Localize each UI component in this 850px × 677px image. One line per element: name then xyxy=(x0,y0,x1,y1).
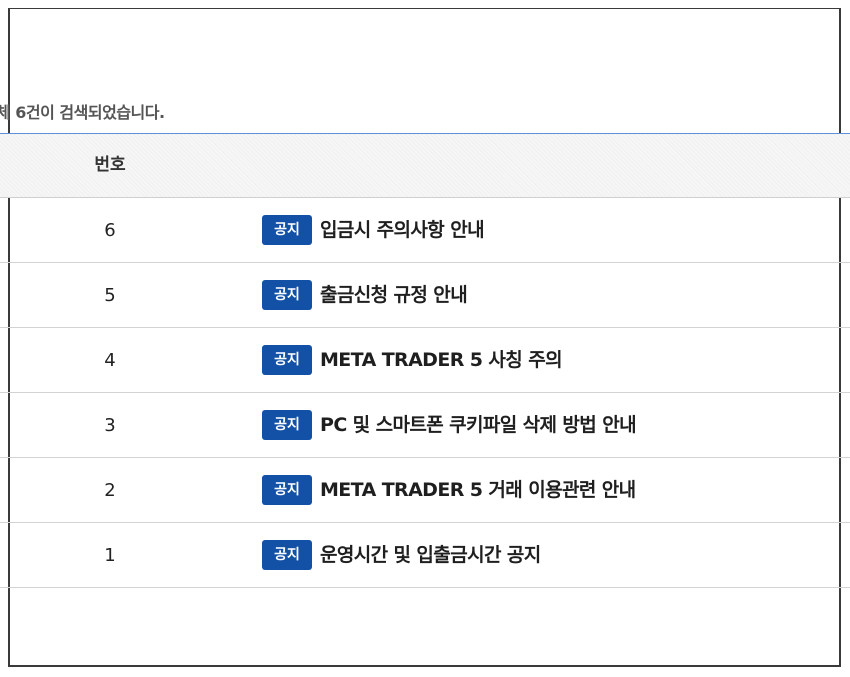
column-header-number: 번호 xyxy=(94,155,126,175)
notice-list: 6 공지 입금시 주의사항 안내 5 공지 출금신청 규정 안내 4 공지 ME… xyxy=(0,198,850,588)
row-number: 4 xyxy=(104,350,116,371)
notice-badge: 공지 xyxy=(262,345,312,375)
search-result-count: 체 6건이 검색되었습니다. xyxy=(0,103,165,122)
notice-title-link[interactable]: META TRADER 5 거래 이용관련 안내 xyxy=(320,458,636,523)
notice-badge: 공지 xyxy=(262,475,312,505)
row-number: 6 xyxy=(104,220,116,241)
notice-badge: 공지 xyxy=(262,280,312,310)
row-number: 2 xyxy=(104,480,116,501)
notice-title-link[interactable]: META TRADER 5 사칭 주의 xyxy=(320,328,563,393)
notice-badge: 공지 xyxy=(262,410,312,440)
notice-title-link[interactable]: 운영시간 및 입출금시간 공지 xyxy=(320,523,541,588)
table-header: 번호 xyxy=(0,134,850,198)
notice-title-link[interactable]: 출금신청 규정 안내 xyxy=(320,263,468,328)
row-number: 1 xyxy=(104,545,116,566)
row-number: 5 xyxy=(104,285,116,306)
row-number: 3 xyxy=(104,415,116,436)
notice-badge: 공지 xyxy=(262,540,312,570)
notice-title-link[interactable]: 입금시 주의사항 안내 xyxy=(320,198,485,263)
notice-badge: 공지 xyxy=(262,215,312,245)
table-row[interactable]: 4 공지 META TRADER 5 사칭 주의 xyxy=(0,328,850,393)
notice-title-link[interactable]: PC 및 스마트폰 쿠키파일 삭제 방법 안내 xyxy=(320,393,637,458)
table-row[interactable]: 6 공지 입금시 주의사항 안내 xyxy=(0,198,850,263)
table-row[interactable]: 1 공지 운영시간 및 입출금시간 공지 xyxy=(0,523,850,588)
table-row[interactable]: 5 공지 출금신청 규정 안내 xyxy=(0,263,850,328)
table-row[interactable]: 2 공지 META TRADER 5 거래 이용관련 안내 xyxy=(0,458,850,523)
table-row[interactable]: 3 공지 PC 및 스마트폰 쿠키파일 삭제 방법 안내 xyxy=(0,393,850,458)
